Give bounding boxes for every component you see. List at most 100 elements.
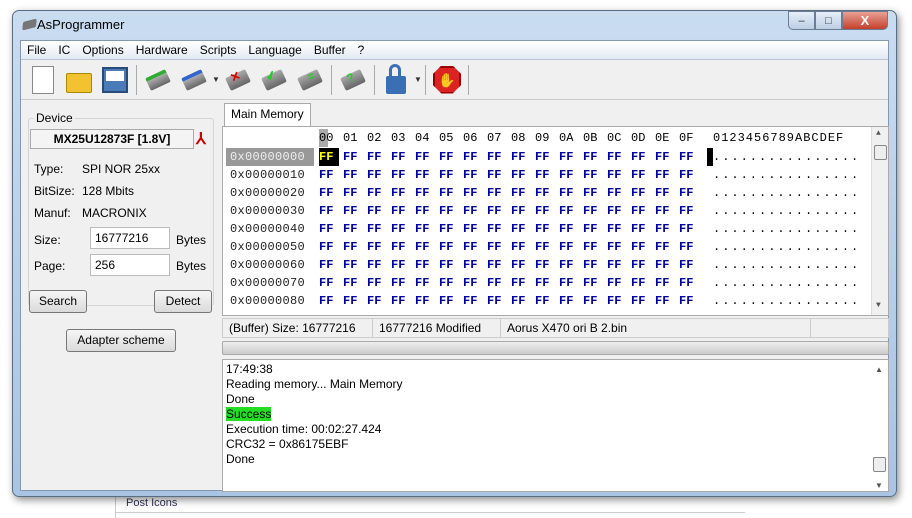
hex-byte[interactable]: FF — [487, 292, 507, 310]
hex-byte[interactable]: FF — [535, 166, 555, 184]
hex-byte[interactable]: FF — [367, 166, 387, 184]
hex-byte[interactable]: FF — [655, 238, 675, 256]
hex-byte[interactable]: FF — [343, 202, 363, 220]
adapter-scheme-button[interactable]: Adapter scheme — [66, 329, 176, 352]
scroll-down-icon[interactable]: ▼ — [875, 478, 883, 493]
hex-byte[interactable]: FF — [679, 292, 699, 310]
erase-chip-button[interactable]: ✕ — [222, 64, 254, 96]
hex-byte[interactable]: FF — [631, 256, 651, 274]
hex-byte[interactable]: FF — [655, 220, 675, 238]
hex-byte[interactable]: FF — [439, 292, 459, 310]
hex-byte[interactable]: FF — [511, 202, 531, 220]
hex-byte[interactable]: FF — [535, 274, 555, 292]
hex-byte[interactable]: FF — [631, 166, 651, 184]
hex-byte[interactable]: FF — [415, 292, 435, 310]
hex-byte[interactable]: FF — [319, 184, 339, 202]
hex-byte[interactable]: FF — [559, 292, 579, 310]
hex-byte[interactable]: FF — [463, 184, 483, 202]
hex-byte[interactable]: FF — [319, 292, 339, 310]
hex-byte[interactable]: FF — [559, 148, 579, 166]
hex-byte[interactable]: FF — [607, 184, 627, 202]
hex-byte[interactable]: FF — [655, 256, 675, 274]
hex-byte[interactable]: FF — [607, 292, 627, 310]
hex-byte[interactable]: FF — [343, 274, 363, 292]
menu-item-hardware[interactable]: Hardware — [130, 43, 194, 57]
hex-byte[interactable]: FF — [511, 184, 531, 202]
hex-byte[interactable]: FF — [367, 256, 387, 274]
scroll-up-icon[interactable]: ▲ — [876, 129, 881, 138]
hex-row[interactable]: 0x00000010 FF FF FF FF FF FF FF FF FF FF FF FF FF FF FF… — [223, 166, 863, 184]
hex-byte[interactable]: FF — [583, 220, 603, 238]
hex-byte[interactable]: FF — [583, 184, 603, 202]
hex-byte[interactable]: FF — [415, 202, 435, 220]
hex-byte[interactable]: FF — [415, 220, 435, 238]
page-input[interactable]: 256 — [90, 254, 170, 276]
minimize-button[interactable]: – — [788, 11, 815, 30]
hex-byte[interactable]: FF — [631, 274, 651, 292]
menu-item-language[interactable]: Language — [242, 43, 307, 57]
hex-byte[interactable]: FF — [391, 202, 411, 220]
menu-item-scripts[interactable]: Scripts — [194, 43, 243, 57]
hex-byte[interactable]: FF — [319, 166, 339, 184]
hex-byte[interactable]: FF — [487, 148, 507, 166]
hex-row[interactable]: 0x00000050 FF FF FF FF FF FF FF FF FF FF FF FF FF FF FF… — [223, 238, 863, 256]
hex-byte[interactable]: FF — [583, 292, 603, 310]
hex-byte[interactable]: FF — [655, 292, 675, 310]
hex-byte[interactable]: FF — [679, 238, 699, 256]
hex-row[interactable]: 0x00000060 FF FF FF FF FF FF FF FF FF FF FF FF FF FF FF… — [223, 256, 863, 274]
hex-byte[interactable]: FF — [343, 220, 363, 238]
hex-byte[interactable]: FF — [535, 148, 555, 166]
hex-byte[interactable]: FF — [679, 220, 699, 238]
hex-byte[interactable]: FF — [415, 256, 435, 274]
hex-byte[interactable]: FF — [607, 166, 627, 184]
hex-byte[interactable]: FF — [391, 184, 411, 202]
menu-item-file[interactable]: File — [21, 43, 52, 57]
hex-byte[interactable]: FF — [655, 274, 675, 292]
blank-check-button[interactable]: ? — [337, 64, 369, 96]
hex-byte[interactable]: FF — [487, 184, 507, 202]
hex-byte[interactable]: FF — [439, 274, 459, 292]
hex-byte[interactable]: FF — [439, 220, 459, 238]
hex-byte[interactable]: FF — [343, 166, 363, 184]
hex-byte[interactable]: FF — [319, 220, 339, 238]
hex-byte[interactable]: FF — [559, 238, 579, 256]
hex-byte[interactable]: FF — [655, 184, 675, 202]
hex-byte[interactable]: FF — [319, 238, 339, 256]
hex-byte[interactable]: FF — [415, 238, 435, 256]
hex-byte[interactable]: FF — [631, 148, 651, 166]
hex-byte[interactable]: FF — [415, 184, 435, 202]
hex-byte[interactable]: FF — [511, 238, 531, 256]
hex-row[interactable]: 0x00000040 FF FF FF FF FF FF FF FF FF FF FF FF FF FF FF… — [223, 220, 863, 238]
hex-byte[interactable]: FF — [679, 148, 699, 166]
write-dropdown-arrow-icon[interactable]: ▼ — [212, 75, 220, 84]
pdf-datasheet-icon[interactable]: ⅄ — [196, 129, 206, 149]
hex-byte[interactable]: FF — [487, 166, 507, 184]
hex-byte[interactable]: FF — [391, 166, 411, 184]
hex-byte[interactable]: FF — [367, 292, 387, 310]
hex-byte[interactable]: FF — [679, 184, 699, 202]
log-output[interactable]: ▲ ▼ 17:49:38 Reading memory... Main Memor… — [222, 359, 889, 492]
hex-byte[interactable]: FF — [439, 238, 459, 256]
hex-byte[interactable]: FF — [487, 256, 507, 274]
hex-byte[interactable]: FF — [655, 166, 675, 184]
search-button[interactable]: Search — [29, 290, 87, 313]
hex-byte[interactable]: FF — [367, 202, 387, 220]
hex-byte[interactable]: FF — [391, 238, 411, 256]
hex-byte[interactable]: FF — [511, 256, 531, 274]
scroll-up-icon[interactable]: ▲ — [875, 362, 883, 377]
maximize-button[interactable]: □ — [815, 11, 842, 30]
detect-button[interactable]: Detect — [154, 290, 212, 313]
hex-byte[interactable]: FF — [511, 148, 531, 166]
hex-byte[interactable]: FF — [607, 256, 627, 274]
hex-byte[interactable]: FF — [487, 202, 507, 220]
hex-editor[interactable]: ▲ ▼ 00 01 02 03 04 05 06 07 08 09 0A 0B 0C 0D 0E 0F 0123… — [222, 126, 889, 316]
hex-row[interactable]: 0x00000080 FF FF FF FF FF FF FF FF FF FF FF FF FF FF FF… — [223, 292, 863, 310]
hex-byte[interactable]: FF — [679, 202, 699, 220]
hex-byte[interactable]: FF — [319, 256, 339, 274]
hex-byte[interactable]: FF — [367, 274, 387, 292]
hex-byte[interactable]: FF — [439, 148, 459, 166]
hex-byte[interactable]: FF — [343, 184, 363, 202]
hex-row[interactable]: 0x00000070 FF FF FF FF FF FF FF FF FF FF FF FF FF FF FF… — [223, 274, 863, 292]
hex-byte[interactable]: FF — [415, 166, 435, 184]
hex-byte[interactable]: FF — [583, 274, 603, 292]
